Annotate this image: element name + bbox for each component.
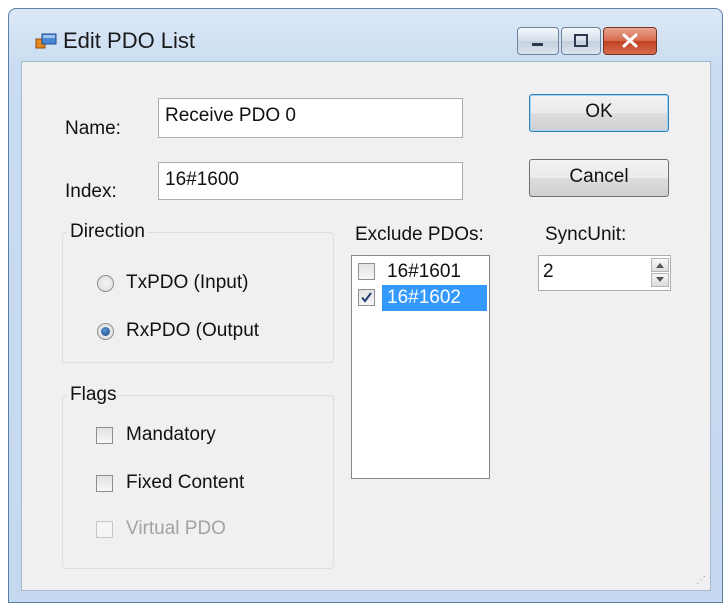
- name-field[interactable]: Receive PDO 0: [158, 98, 463, 138]
- fixed-content-checkbox[interactable]: [96, 475, 113, 492]
- spin-up-button[interactable]: [651, 258, 669, 272]
- list-item-label-selected: 16#1602: [382, 285, 487, 311]
- exclude-pdos-label: Exclude PDOs:: [355, 224, 484, 245]
- list-item[interactable]: 16#1601: [354, 259, 487, 285]
- list-item-checkbox[interactable]: [358, 263, 375, 280]
- syncunit-value[interactable]: 2: [543, 261, 554, 283]
- minimize-button[interactable]: [517, 27, 559, 55]
- close-button[interactable]: [603, 27, 657, 55]
- rxpdo-radio[interactable]: [97, 323, 114, 340]
- list-item-checkbox[interactable]: [358, 289, 375, 306]
- resize-grip-icon[interactable]: ⋰: [696, 575, 706, 586]
- txpdo-label[interactable]: TxPDO (Input): [126, 272, 248, 294]
- dialog-body: Name: Receive PDO 0 Index: 16#1600 OK Ca…: [21, 61, 711, 591]
- checkmark-icon: [361, 292, 372, 303]
- cancel-button[interactable]: Cancel: [529, 159, 669, 197]
- virtual-pdo-checkbox: [96, 521, 113, 538]
- list-item[interactable]: 16#1602: [354, 285, 487, 311]
- mandatory-checkbox[interactable]: [96, 427, 113, 444]
- mandatory-label[interactable]: Mandatory: [126, 424, 216, 446]
- direction-group-title: Direction: [67, 221, 148, 243]
- flags-group-title: Flags: [67, 384, 120, 406]
- window-title: Edit PDO List: [63, 28, 196, 53]
- minimize-icon: [532, 43, 543, 46]
- maximize-icon: [574, 34, 588, 47]
- app-icon: [35, 33, 57, 49]
- title-bar[interactable]: Edit PDO List: [9, 9, 722, 61]
- virtual-pdo-label: Virtual PDO: [126, 518, 226, 539]
- name-label: Name:: [65, 118, 121, 139]
- spin-up-icon: [656, 263, 664, 268]
- close-icon: [622, 33, 638, 48]
- direction-group: [62, 232, 334, 363]
- exclude-pdos-list[interactable]: 16#1601 16#1602: [351, 255, 490, 479]
- radio-selected-dot: [101, 327, 110, 336]
- syncunit-label: SyncUnit:: [545, 224, 627, 245]
- txpdo-radio[interactable]: [97, 275, 114, 292]
- list-item-label: 16#1601: [387, 261, 461, 282]
- index-label: Index:: [65, 181, 117, 202]
- spin-down-icon: [656, 277, 664, 282]
- syncunit-stepper[interactable]: 2: [538, 255, 671, 291]
- maximize-button[interactable]: [561, 27, 601, 55]
- fixed-content-label[interactable]: Fixed Content: [126, 472, 244, 494]
- ok-button[interactable]: OK: [529, 94, 669, 132]
- rxpdo-label[interactable]: RxPDO (Output: [126, 320, 259, 342]
- index-field[interactable]: 16#1600: [158, 162, 463, 200]
- spin-down-button[interactable]: [651, 273, 669, 287]
- edit-pdo-list-dialog: Edit PDO List Name: Receive PDO 0 Index:…: [8, 8, 723, 603]
